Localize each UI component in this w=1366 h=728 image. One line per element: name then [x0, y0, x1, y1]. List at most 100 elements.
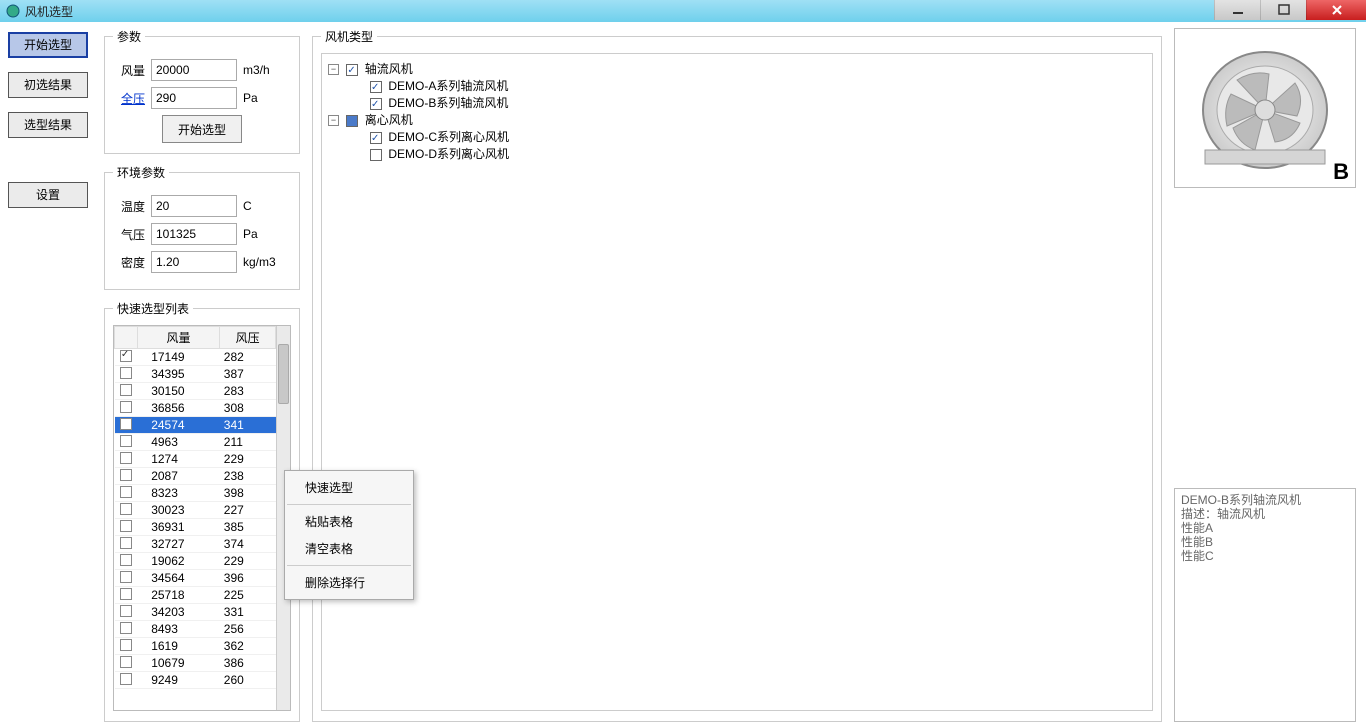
close-button[interactable]: [1306, 0, 1366, 20]
row-airflow: 8493: [137, 621, 220, 638]
row-checkbox[interactable]: [120, 503, 132, 515]
ctx-paste-table[interactable]: 粘贴表格: [285, 508, 413, 535]
row-checkbox[interactable]: [120, 673, 132, 685]
temp-unit: C: [243, 199, 283, 213]
pressure-input[interactable]: [151, 87, 237, 109]
row-airflow: 1274: [137, 451, 220, 468]
temp-label: 温度: [113, 198, 145, 215]
quick-col-pressure[interactable]: 风压: [220, 327, 276, 349]
quick-table[interactable]: 风量 风压 17149 282 34395 387 30150 283 3685…: [114, 326, 276, 689]
left-nav: 开始选型 初选结果 选型结果 设置: [0, 22, 104, 728]
params-group: 参数 风量 m3/h 全压 Pa 开始选型: [104, 28, 300, 154]
table-row[interactable]: 8323 398: [115, 485, 276, 502]
table-row[interactable]: 34203 331: [115, 604, 276, 621]
row-airflow: 34564: [137, 570, 220, 587]
table-row[interactable]: 34564 396: [115, 570, 276, 587]
row-airflow: 9249: [137, 672, 220, 689]
row-checkbox[interactable]: [120, 639, 132, 651]
table-row[interactable]: 24574 341: [115, 417, 276, 434]
ctx-quick-select[interactable]: 快速选型: [285, 474, 413, 501]
checkbox-demo-b[interactable]: [370, 98, 382, 110]
tree-node-demo-d[interactable]: DEMO-D系列离心风机: [370, 146, 1146, 162]
row-airflow: 34395: [137, 366, 220, 383]
row-checkbox[interactable]: [120, 452, 132, 464]
nav-start-selection[interactable]: 开始选型: [8, 32, 88, 58]
row-checkbox[interactable]: [120, 350, 132, 362]
title-bar: 风机选型: [0, 0, 1366, 22]
table-row[interactable]: 32727 374: [115, 536, 276, 553]
row-checkbox[interactable]: [120, 520, 132, 532]
row-pressure: 385: [220, 519, 276, 536]
maximize-button[interactable]: [1260, 0, 1306, 20]
density-label: 密度: [113, 254, 145, 271]
row-pressure: 211: [220, 434, 276, 451]
row-checkbox[interactable]: [120, 367, 132, 379]
checkbox-centrif[interactable]: [346, 115, 358, 127]
row-airflow: 8323: [137, 485, 220, 502]
ctx-delete-row[interactable]: 删除选择行: [285, 569, 413, 596]
row-checkbox[interactable]: [120, 418, 132, 430]
table-row[interactable]: 19062 229: [115, 553, 276, 570]
row-checkbox[interactable]: [120, 537, 132, 549]
row-checkbox[interactable]: [120, 622, 132, 634]
tree-node-axial[interactable]: − 轴流风机: [328, 61, 1146, 77]
table-row[interactable]: 1274 229: [115, 451, 276, 468]
table-row[interactable]: 2087 238: [115, 468, 276, 485]
table-row[interactable]: 8493 256: [115, 621, 276, 638]
tree-node-demo-a[interactable]: DEMO-A系列轴流风机: [370, 78, 1146, 94]
table-row[interactable]: 30023 227: [115, 502, 276, 519]
checkbox-demo-d[interactable]: [370, 149, 382, 161]
nav-settings[interactable]: 设置: [8, 182, 88, 208]
density-input[interactable]: [151, 251, 237, 273]
collapse-icon[interactable]: −: [328, 115, 339, 126]
table-row[interactable]: 17149 282: [115, 349, 276, 366]
fan-type-tree[interactable]: − 轴流风机 DEMO-A系列轴流风机 DEMO-B系列轴流风机: [321, 53, 1153, 711]
table-row[interactable]: 30150 283: [115, 383, 276, 400]
start-selection-button[interactable]: 开始选型: [162, 115, 242, 143]
row-checkbox[interactable]: [120, 435, 132, 447]
params-legend: 参数: [113, 28, 145, 45]
pressure-label-link[interactable]: 全压: [113, 90, 145, 107]
nav-selection-result[interactable]: 选型结果: [8, 112, 88, 138]
row-checkbox[interactable]: [120, 401, 132, 413]
tree-node-centrif[interactable]: − 离心风机: [328, 112, 1146, 128]
collapse-icon[interactable]: −: [328, 64, 339, 75]
press-input[interactable]: [151, 223, 237, 245]
quick-col-check: [115, 327, 138, 349]
checkbox-demo-c[interactable]: [370, 132, 382, 144]
airflow-input[interactable]: [151, 59, 237, 81]
table-row[interactable]: 4963 211: [115, 434, 276, 451]
nav-prelim-result[interactable]: 初选结果: [8, 72, 88, 98]
app-icon: [6, 4, 20, 18]
table-row[interactable]: 36856 308: [115, 400, 276, 417]
row-pressure: 227: [220, 502, 276, 519]
row-pressure: 386: [220, 655, 276, 672]
context-menu[interactable]: 快速选型 粘贴表格 清空表格 删除选择行: [284, 470, 414, 600]
quick-col-airflow[interactable]: 风量: [137, 327, 220, 349]
row-checkbox[interactable]: [120, 605, 132, 617]
row-checkbox[interactable]: [120, 656, 132, 668]
table-row[interactable]: 36931 385: [115, 519, 276, 536]
row-checkbox[interactable]: [120, 469, 132, 481]
row-airflow: 30150: [137, 383, 220, 400]
table-row[interactable]: 1619 362: [115, 638, 276, 655]
row-checkbox[interactable]: [120, 588, 132, 600]
checkbox-demo-a[interactable]: [370, 81, 382, 93]
table-row[interactable]: 9249 260: [115, 672, 276, 689]
preview-letter: B: [1333, 159, 1349, 185]
ctx-clear-table[interactable]: 清空表格: [285, 535, 413, 562]
row-checkbox[interactable]: [120, 384, 132, 396]
tree-node-demo-c[interactable]: DEMO-C系列离心风机: [370, 129, 1146, 145]
row-pressure: 225: [220, 587, 276, 604]
row-pressure: 341: [220, 417, 276, 434]
table-row[interactable]: 34395 387: [115, 366, 276, 383]
temp-input[interactable]: [151, 195, 237, 217]
checkbox-axial[interactable]: [346, 64, 358, 76]
row-checkbox[interactable]: [120, 486, 132, 498]
row-checkbox[interactable]: [120, 554, 132, 566]
minimize-button[interactable]: [1214, 0, 1260, 20]
row-checkbox[interactable]: [120, 571, 132, 583]
table-row[interactable]: 10679 386: [115, 655, 276, 672]
tree-node-demo-b[interactable]: DEMO-B系列轴流风机: [370, 95, 1146, 111]
table-row[interactable]: 25718 225: [115, 587, 276, 604]
